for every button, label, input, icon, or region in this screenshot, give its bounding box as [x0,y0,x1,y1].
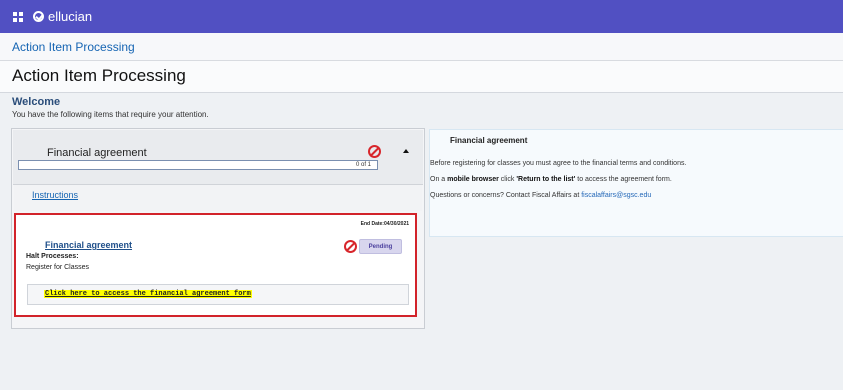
prohibit-icon [344,240,357,253]
breadcrumb[interactable]: Action Item Processing [12,40,135,54]
status-badge: Pending [359,239,402,254]
action-item-header[interactable]: Financial agreement 0 of 1 [13,130,423,185]
instructions-link[interactable]: Instructions [32,190,78,200]
welcome-subtitle: You have the following items that requir… [12,110,209,119]
progress-bar: 0 of 1 [18,160,378,170]
collapse-caret-icon[interactable] [403,149,409,153]
action-item-title: Financial agreement [47,147,147,159]
info-line-1: Before registering for classes you must … [430,160,687,167]
contact-email-link[interactable]: fiscalaffairs@sgsc.edu [581,192,651,199]
title-bar: Action Item Processing [0,61,843,93]
financial-agreement-link[interactable]: Financial agreement [45,240,132,250]
info-line-3: Questions or concerns? Contact Fiscal Af… [430,192,652,199]
breadcrumb-bar: Action Item Processing [0,33,843,61]
halt-processes-label: Halt Processes: [26,253,79,260]
top-bar: ellucian [0,0,843,33]
info-title: Financial agreement [450,136,528,145]
agreement-form-link[interactable]: Click here to access the financial agree… [44,290,252,298]
action-item-panel: Financial agreement 0 of 1 Instructions … [11,128,425,329]
brand-name: ellucian [48,9,93,24]
end-date: End Date:04/30/2021 [360,221,409,227]
info-panel: Financial agreement Before registering f… [429,129,843,237]
apps-grid-icon[interactable] [13,11,23,22]
page-title: Action Item Processing [12,66,186,85]
halt-processes-value: Register for Classes [26,264,90,271]
info-line-2: On a mobile browser click 'Return to the… [430,176,672,183]
welcome-heading: Welcome [12,96,61,108]
prohibit-icon [368,145,381,158]
progress-text: 0 of 1 [355,162,371,168]
ellucian-logo-icon [33,11,44,22]
action-item-detail: End Date:04/30/2021 Financial agreement … [14,213,417,317]
agreement-link-box: Click here to access the financial agree… [27,284,409,305]
